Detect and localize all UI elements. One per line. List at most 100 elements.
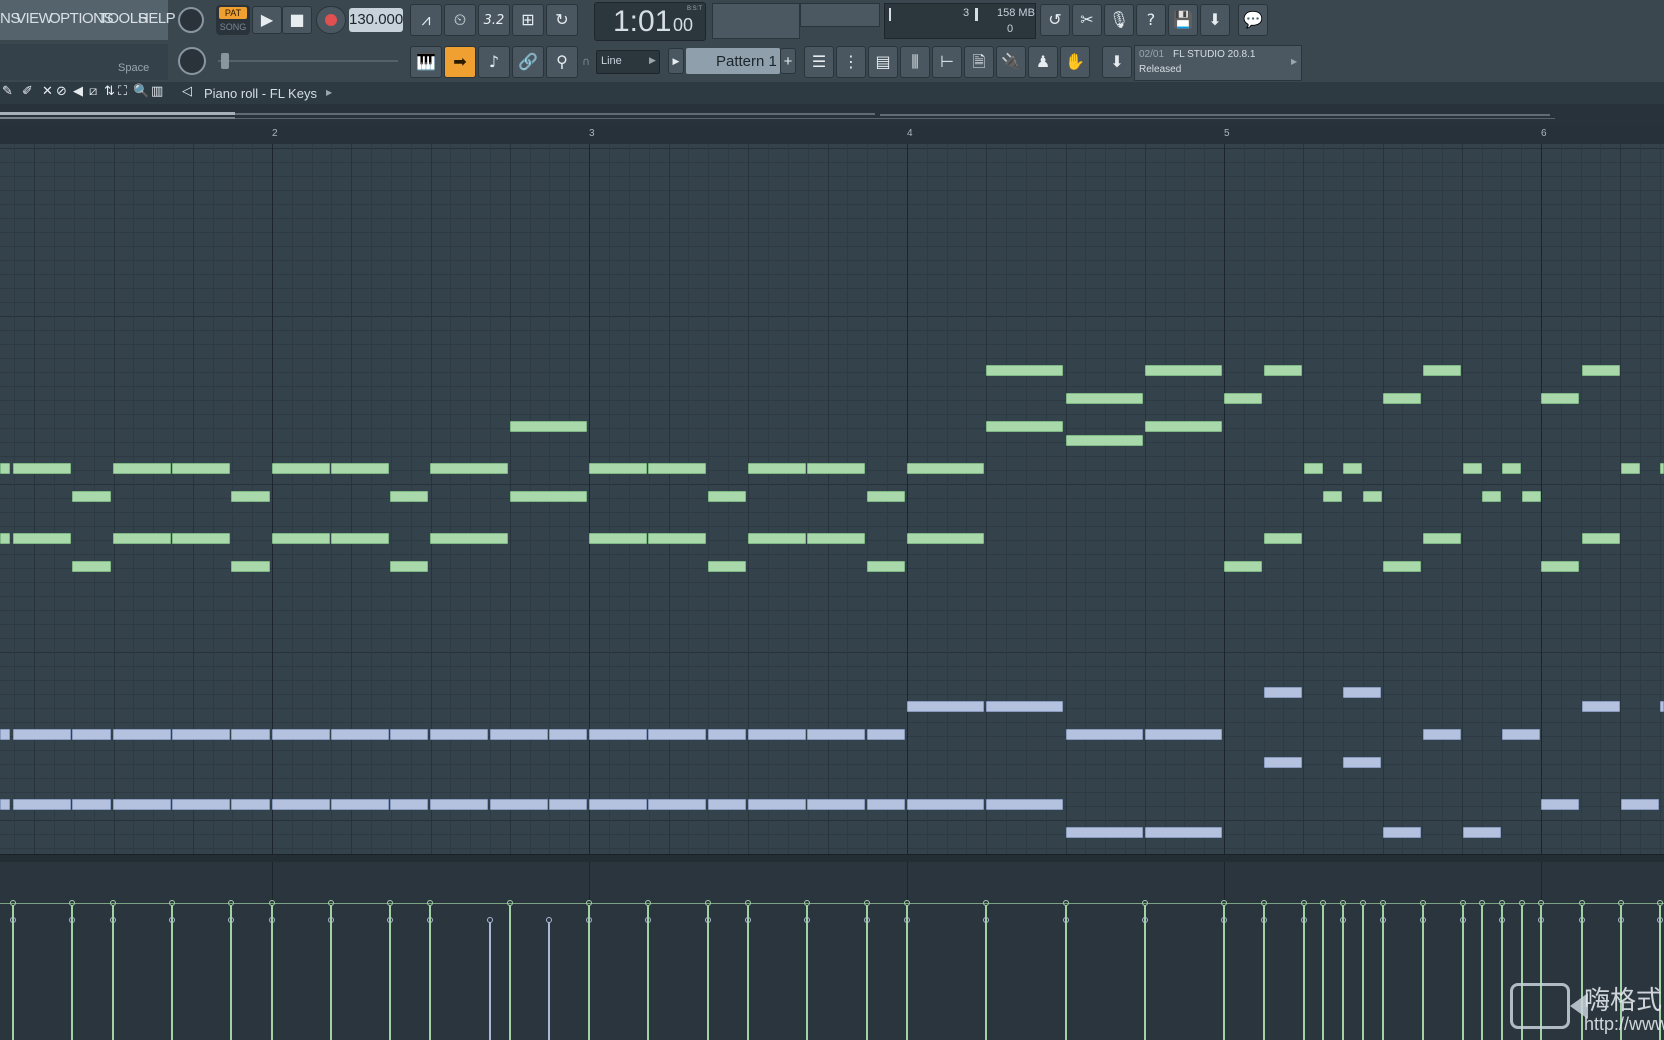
- note[interactable]: [807, 533, 865, 544]
- link-button[interactable]: 🔗: [512, 46, 544, 78]
- velocity-bar-green[interactable]: [1462, 903, 1464, 1040]
- velocity-bar-green[interactable]: [1382, 903, 1384, 1040]
- note[interactable]: [1522, 491, 1541, 502]
- note[interactable]: [1582, 701, 1620, 712]
- note[interactable]: [0, 729, 10, 740]
- note[interactable]: [13, 799, 71, 810]
- note[interactable]: [708, 799, 746, 810]
- tempo-tapper-button[interactable]: ♟: [1028, 46, 1058, 78]
- note[interactable]: [1343, 757, 1381, 768]
- help-button[interactable]: ?: [1136, 4, 1166, 36]
- note[interactable]: [748, 729, 806, 740]
- pattern-selector[interactable]: Pattern 1: [686, 48, 780, 74]
- note[interactable]: [1621, 463, 1640, 474]
- note[interactable]: [589, 533, 647, 544]
- note[interactable]: [1383, 561, 1421, 572]
- touch-controller-button[interactable]: ✋: [1060, 46, 1090, 78]
- news-panel[interactable]: 02/01 FL STUDIO 20.8.1 Released ▶: [1134, 45, 1302, 81]
- velocity-bar-green[interactable]: [1342, 903, 1344, 1040]
- note[interactable]: [231, 491, 270, 502]
- note[interactable]: [172, 463, 230, 474]
- note[interactable]: [1145, 421, 1222, 432]
- note[interactable]: [72, 561, 111, 572]
- note[interactable]: [1541, 561, 1579, 572]
- velocity-bar-green[interactable]: [985, 903, 987, 1040]
- note[interactable]: [72, 799, 111, 810]
- note[interactable]: [1323, 491, 1342, 502]
- note[interactable]: [867, 729, 905, 740]
- note[interactable]: [490, 799, 548, 810]
- note[interactable]: [748, 533, 806, 544]
- note[interactable]: [1423, 729, 1461, 740]
- note[interactable]: [907, 701, 984, 712]
- note[interactable]: [1463, 463, 1482, 474]
- note[interactable]: [867, 561, 905, 572]
- note[interactable]: [113, 729, 171, 740]
- note[interactable]: [331, 533, 389, 544]
- note[interactable]: [1660, 463, 1664, 474]
- note[interactable]: [231, 799, 270, 810]
- pattern-arrow-button[interactable]: ▶: [668, 48, 684, 74]
- note[interactable]: [72, 491, 111, 502]
- undo-history-button[interactable]: ↺: [1040, 4, 1070, 36]
- stop-button[interactable]: ■: [282, 6, 312, 34]
- note[interactable]: [807, 729, 865, 740]
- note[interactable]: [430, 799, 488, 810]
- velocity-bar-green[interactable]: [1223, 903, 1225, 1040]
- note[interactable]: [907, 799, 984, 810]
- record-button[interactable]: [316, 6, 346, 34]
- note[interactable]: [272, 463, 330, 474]
- piano-roll-window-button[interactable]: ⋮: [836, 46, 866, 78]
- note[interactable]: [986, 799, 1063, 810]
- note[interactable]: [1541, 393, 1579, 404]
- note[interactable]: [430, 729, 488, 740]
- chat-button[interactable]: 💬: [1238, 4, 1268, 36]
- note[interactable]: [1582, 365, 1620, 376]
- note[interactable]: [1502, 463, 1521, 474]
- note[interactable]: [1482, 491, 1501, 502]
- note[interactable]: [1582, 533, 1620, 544]
- cut-button[interactable]: ✂: [1072, 4, 1102, 36]
- velocity-bar-green[interactable]: [171, 903, 173, 1040]
- note[interactable]: [1463, 827, 1501, 838]
- note[interactable]: [1224, 561, 1262, 572]
- velocity-bar-green[interactable]: [230, 903, 232, 1040]
- mute-tool-icon[interactable]: ⊘: [56, 85, 67, 98]
- note[interactable]: [113, 463, 171, 474]
- slice-tool-icon[interactable]: ⧄: [89, 85, 97, 98]
- slip-tool-icon[interactable]: ⇅: [104, 85, 115, 98]
- note[interactable]: [72, 729, 111, 740]
- velocity-bar-green[interactable]: [71, 903, 73, 1040]
- note[interactable]: [807, 799, 865, 810]
- velocity-bar-green[interactable]: [806, 903, 808, 1040]
- note-grid[interactable]: [0, 144, 1664, 854]
- velocity-bar-green[interactable]: [588, 903, 590, 1040]
- note[interactable]: [0, 799, 10, 810]
- wait-input-button[interactable]: ⏲: [444, 4, 476, 36]
- velocity-bar-green[interactable]: [1581, 903, 1583, 1040]
- plugin-button[interactable]: 🔌: [996, 46, 1026, 78]
- note[interactable]: [1383, 827, 1421, 838]
- draw-tool-icon[interactable]: ✎: [2, 85, 13, 98]
- note[interactable]: [1145, 827, 1222, 838]
- note[interactable]: [0, 463, 10, 474]
- note[interactable]: [113, 799, 171, 810]
- project-button[interactable]: 🗎: [964, 46, 994, 78]
- note[interactable]: [589, 799, 647, 810]
- note[interactable]: [1502, 729, 1540, 740]
- note[interactable]: [390, 491, 428, 502]
- select-tool-icon[interactable]: ⛶: [118, 85, 127, 98]
- note[interactable]: [1066, 393, 1143, 404]
- add-pattern-button[interactable]: +: [780, 48, 796, 74]
- note[interactable]: [172, 729, 230, 740]
- paint-tool-icon[interactable]: ✐: [22, 85, 33, 98]
- velocity-handle[interactable]: [546, 917, 552, 923]
- master-slider-handle[interactable]: [221, 53, 229, 69]
- note[interactable]: [172, 533, 230, 544]
- brush-tool-button[interactable]: ♪: [478, 46, 510, 78]
- delete-tool-icon[interactable]: ✕: [42, 85, 53, 98]
- master-volume-knob[interactable]: [178, 7, 204, 33]
- velocity-bar-green[interactable]: [1422, 903, 1424, 1040]
- note[interactable]: [708, 561, 746, 572]
- note[interactable]: [1621, 799, 1659, 810]
